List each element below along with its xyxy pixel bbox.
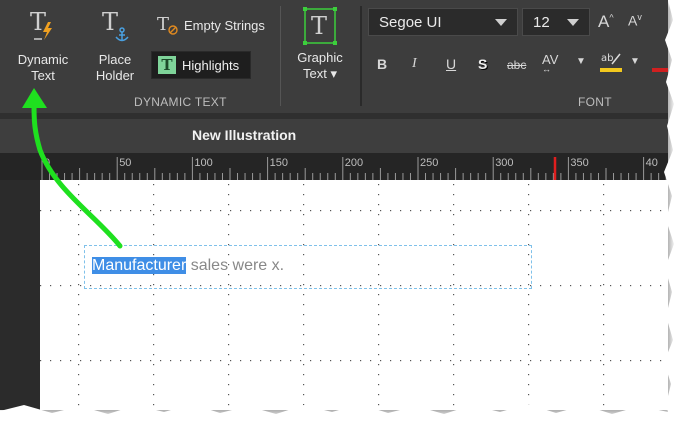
illustration-canvas[interactable] bbox=[40, 180, 668, 410]
ruler-ticks bbox=[41, 157, 667, 180]
highlights-label: Highlights bbox=[182, 57, 240, 73]
font-size-value: 12 bbox=[533, 13, 550, 31]
group-label-dynamic-text: DYNAMIC TEXT bbox=[134, 95, 227, 109]
shrink-font-icon[interactable]: Av bbox=[628, 12, 642, 29]
svg-text:ab: ab bbox=[601, 53, 613, 64]
strikethrough-icon[interactable]: abc bbox=[507, 58, 526, 72]
ruler-tick-label: 300 bbox=[495, 157, 514, 169]
chevron-down-icon bbox=[567, 19, 579, 26]
dynamic-text-label-2: Text bbox=[31, 68, 55, 83]
font-size-select[interactable]: 12 bbox=[522, 8, 590, 36]
ruler-tick-label: 100 bbox=[194, 157, 213, 169]
dynamic-text-icon: T bbox=[30, 8, 52, 40]
highlights-icon: T bbox=[158, 56, 176, 74]
body-text: sales were x. bbox=[186, 257, 285, 274]
graphic-text-button[interactable]: T Graphic Text ▾ bbox=[290, 6, 350, 82]
group-separator bbox=[360, 6, 362, 106]
font-family-value: Segoe UI bbox=[379, 13, 442, 31]
chevron-down-icon[interactable]: ▼ bbox=[576, 56, 586, 67]
ruler-tick-label: 0 bbox=[44, 157, 51, 169]
horizontal-ruler[interactable]: 0 50 100 150 200 250 300 350 40 bbox=[0, 153, 668, 180]
font-family-select[interactable]: Segoe UI bbox=[368, 8, 518, 36]
dynamic-text-label-1: Dynamic bbox=[17, 52, 69, 67]
document-title[interactable]: New Illustration bbox=[192, 127, 296, 143]
empty-strings-label: Empty Strings bbox=[184, 17, 265, 33]
highlight-color-icon[interactable]: ab bbox=[600, 50, 622, 77]
shadow-icon[interactable]: S bbox=[478, 56, 487, 72]
underline-icon[interactable]: U bbox=[446, 56, 456, 72]
canvas-grid bbox=[40, 184, 662, 406]
graphic-text-icon: T bbox=[303, 7, 337, 45]
text-content[interactable]: Manufacturer sales were x. bbox=[92, 257, 284, 275]
place-holder-button[interactable]: T Place Holder bbox=[88, 8, 142, 84]
graphic-text-label-2: Text ▾ bbox=[303, 66, 337, 81]
graphic-text-label-1: Graphic bbox=[297, 50, 343, 65]
empty-strings-icon: T bbox=[157, 14, 178, 35]
place-holder-label-1: Place bbox=[98, 52, 132, 67]
ruler-tick-label: 50 bbox=[119, 157, 132, 169]
group-label-font: FONT bbox=[578, 95, 612, 109]
anchor-text-icon: T bbox=[102, 8, 129, 42]
document-tab-bar: New Illustration bbox=[0, 119, 668, 153]
place-holder-label-2: Holder bbox=[95, 68, 135, 83]
chevron-down-icon bbox=[495, 19, 507, 26]
chevron-down-icon[interactable]: ▼ bbox=[630, 56, 640, 67]
empty-strings-button[interactable]: T Empty Strings bbox=[156, 14, 265, 36]
font-color-icon[interactable] bbox=[652, 50, 668, 74]
selected-field-text[interactable]: Manufacturer bbox=[92, 257, 187, 274]
ruler-tick-label: 350 bbox=[570, 157, 589, 169]
dynamic-text-button[interactable]: T Dynamic Text bbox=[10, 8, 76, 84]
highlights-button[interactable]: T Highlights bbox=[151, 51, 251, 79]
ruler-tick-label: 40 bbox=[645, 157, 658, 169]
svg-text:T: T bbox=[102, 8, 118, 36]
bold-icon[interactable]: B bbox=[377, 56, 387, 72]
italic-icon[interactable]: I bbox=[412, 56, 417, 72]
svg-text:T: T bbox=[311, 12, 327, 40]
svg-text:T: T bbox=[157, 14, 169, 35]
ruler-tick-label: 200 bbox=[344, 157, 364, 169]
grow-font-icon[interactable]: A^ bbox=[598, 12, 614, 32]
ribbon: T Dynamic Text T Place Holder T Empty St… bbox=[0, 0, 668, 113]
character-spacing-icon[interactable]: AV ↔ bbox=[542, 52, 558, 74]
canvas-margin bbox=[0, 180, 40, 410]
app-window: T Dynamic Text T Place Holder T Empty St… bbox=[0, 0, 668, 410]
ruler-tick-label: 150 bbox=[269, 157, 288, 169]
ruler-tick-label: 250 bbox=[420, 157, 439, 169]
ribbon-separator bbox=[280, 6, 281, 106]
